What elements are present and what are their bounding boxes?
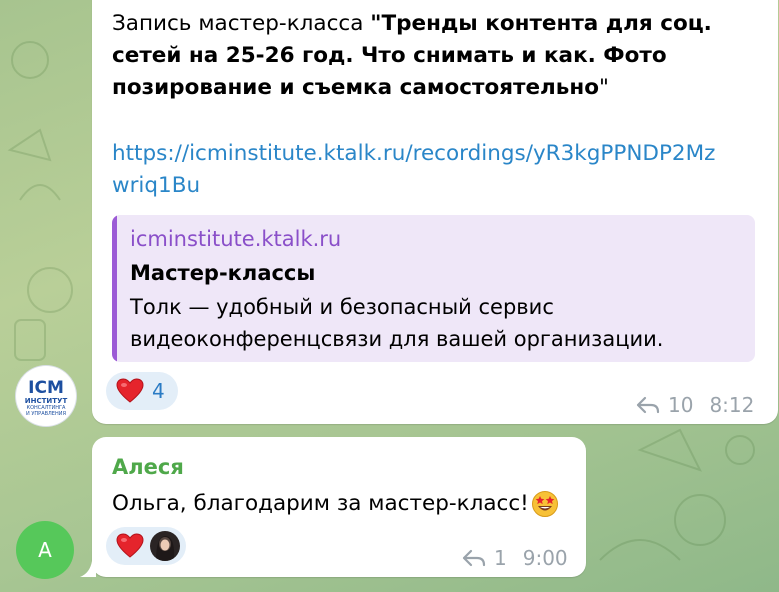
reply-arrow-icon[interactable] [636, 395, 660, 415]
message-2-tail [80, 561, 96, 577]
message-1-meta: 10 8:12 [636, 393, 754, 417]
reaction-heart[interactable]: 4 [106, 372, 178, 410]
message-1-link-line-1[interactable]: https://icminstitute.ktalk.ru/recordings… [112, 141, 715, 166]
link-preview-site[interactable]: icminstitute.ktalk.ru [130, 227, 341, 251]
message-1-reply-count[interactable]: 10 [668, 393, 693, 417]
message-1-bold-line-2: сетей на 25-26 год. Что снимать и как. Ф… [112, 43, 667, 68]
message-1-text-suffix: " [599, 75, 609, 100]
reply-arrow-icon[interactable] [462, 548, 486, 568]
icm-avatar[interactable]: ICM ИНСТИТУТ КОНСАЛТИНГА И УПРАВЛЕНИЯ [16, 366, 76, 426]
reaction-heart-with-user[interactable] [106, 527, 186, 565]
icm-avatar-line-2: ИНСТИТУТ [24, 396, 68, 405]
icm-avatar-logo: ICM [28, 377, 64, 398]
reaction-count: 4 [152, 379, 165, 403]
message-1-text-prefix: Запись мастер-класса [112, 11, 371, 36]
star-struck-emoji-icon [531, 490, 559, 518]
message-2-text-content: Ольга, благодарим за мастер-класс! [112, 491, 529, 516]
message-2-reply-count[interactable]: 1 [494, 546, 507, 570]
message-1-link-line-2[interactable]: wriq1Bu [112, 173, 200, 198]
message-1-bold-line-1: "Тренды контента для соц. [370, 11, 712, 36]
message-2-sender-name[interactable]: Алеся [112, 455, 184, 479]
link-preview-description-line-2: видеоконференцсвязи для вашей организаци… [130, 327, 664, 351]
message-1-link[interactable]: https://icminstitute.ktalk.ru/recordings… [112, 138, 772, 202]
message-2-meta: 1 9:00 [462, 546, 568, 570]
heart-icon [116, 378, 144, 404]
message-2-text: Ольга, благодарим за мастер-класс! [112, 488, 582, 520]
message-2-time: 9:00 [522, 546, 568, 570]
link-preview-accent-bar [112, 215, 117, 362]
link-preview[interactable]: icminstitute.ktalk.ru Мастер-классы Толк… [112, 215, 755, 362]
icm-avatar-line-4: И УПРАВЛЕНИЯ [26, 410, 66, 417]
link-preview-description: Толк — удобный и безопасный сервис видео… [130, 291, 750, 355]
link-preview-description-line-1: Толк — удобный и безопасный сервис [130, 295, 554, 319]
message-1-time: 8:12 [709, 393, 755, 417]
alesya-avatar[interactable]: A [16, 521, 74, 579]
alesya-avatar-initial: A [38, 538, 52, 562]
link-preview-title: Мастер-классы [130, 261, 316, 285]
message-1-bold-line-3: позирование и съемка самостоятельно [112, 75, 600, 100]
heart-icon [116, 533, 144, 559]
message-1-text: Запись мастер-класса "Тренды контента дл… [112, 8, 762, 104]
reactor-avatar[interactable] [150, 531, 180, 561]
